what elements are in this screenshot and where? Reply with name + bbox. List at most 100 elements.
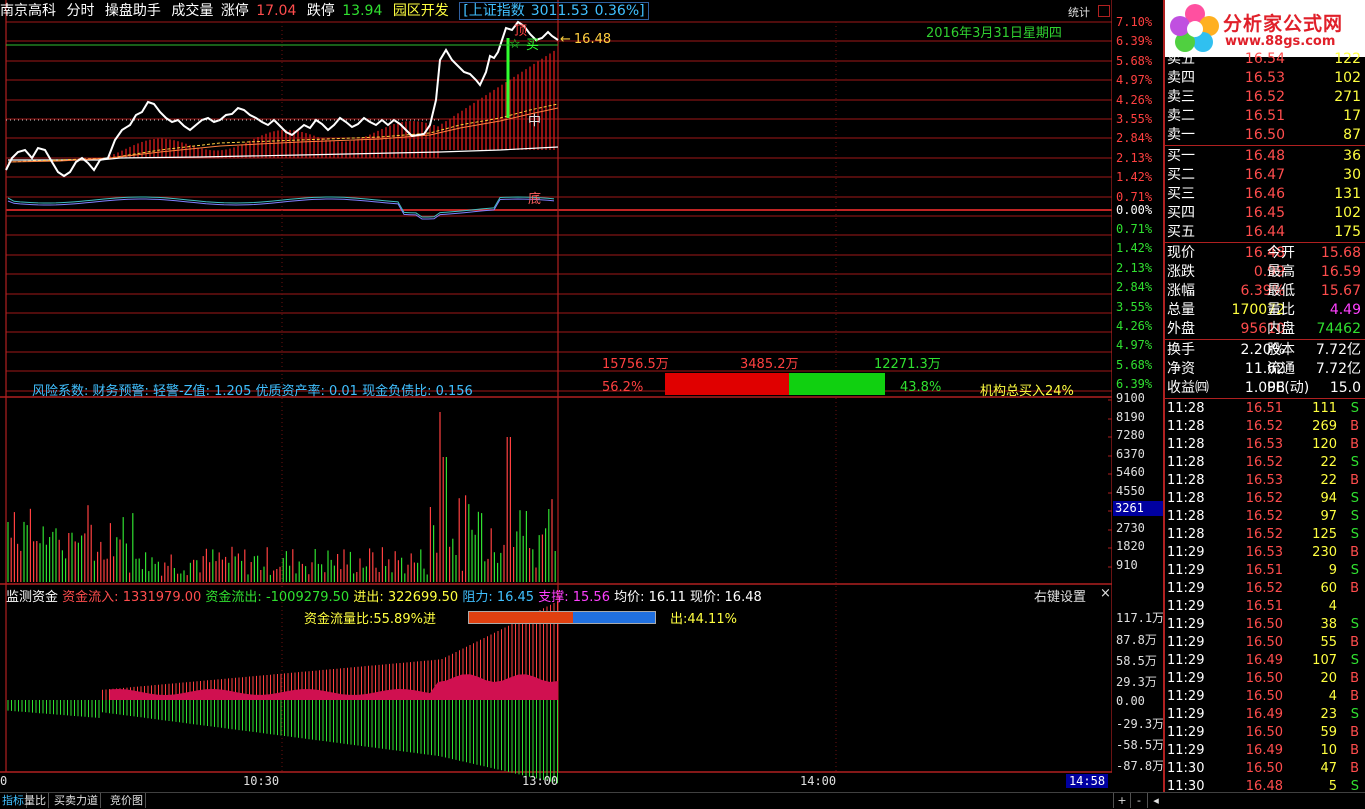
buy-order-row[interactable]: 买四 16.45 102 — [1167, 204, 1363, 223]
stat-label: 总量 — [1167, 302, 1195, 318]
sell-volume: 17 — [1343, 108, 1361, 124]
limit-down-label: 跌停 — [306, 3, 335, 19]
volume-axis-label: 5460 — [1116, 465, 1145, 479]
tick-flag: S — [1350, 563, 1359, 578]
tick-row[interactable]: 11:29 16.49 23 S — [1167, 706, 1363, 724]
fund-ratio-in: 资金流量比:55.89%进 — [304, 612, 436, 627]
sell-price: 16.52 — [1244, 89, 1285, 105]
oscillator-line — [7, 196, 555, 218]
bottom-tab-1[interactable]: 量比 — [22, 793, 49, 808]
tick-row[interactable]: 11:29 16.50 4 B — [1167, 688, 1363, 706]
current-time: 14:58 — [1066, 774, 1108, 788]
tick-row[interactable]: 11:29 16.50 59 B — [1167, 724, 1363, 742]
tick-row[interactable]: 11:28 16.52 125 S — [1167, 526, 1363, 544]
sell-order-row[interactable]: 卖一 16.50 87 — [1167, 126, 1363, 145]
bottom-button-1[interactable]: - — [1130, 793, 1147, 808]
now-label: 现价: — [690, 590, 721, 605]
tick-price: 16.51 — [1245, 599, 1283, 614]
outflow-label: 资金流出: — [205, 590, 262, 605]
stats-button[interactable]: 统计 — [1068, 4, 1090, 20]
risk-text: 风险系数: 财务预警: 轻警-Z值: 1.205 优质资产率: 0.01 现金负… — [32, 384, 473, 399]
stat-value: 15.68 — [1320, 245, 1361, 261]
tick-flag: S — [1350, 617, 1359, 632]
tick-row[interactable]: 11:28 16.52 97 S — [1167, 508, 1363, 526]
tick-row[interactable]: 11:30 16.50 47 B — [1167, 760, 1363, 778]
sidebar-separator — [1165, 145, 1365, 146]
average-price-line-secondary — [7, 107, 559, 163]
tick-flag: B — [1350, 635, 1359, 650]
buy-order-row[interactable]: 买五 16.44 175 — [1167, 223, 1363, 242]
buy-volume: 175 — [1334, 224, 1361, 240]
tick-row[interactable]: 11:28 16.52 94 S — [1167, 490, 1363, 508]
tick-flag: B — [1350, 689, 1359, 704]
stats-close-box[interactable] — [1098, 5, 1110, 17]
tick-price: 16.52 — [1245, 509, 1283, 524]
tick-row[interactable]: 11:29 16.52 60 B — [1167, 580, 1363, 598]
bottom-button-0[interactable]: + — [1113, 793, 1130, 808]
institution-text: 机构总买入24% — [980, 384, 1074, 399]
stat-label: 股本 — [1267, 342, 1295, 358]
price-axis-label-up: 1.42% — [1116, 170, 1153, 184]
time-axis-start: 0 — [0, 774, 8, 788]
buy-price: 16.46 — [1244, 186, 1285, 202]
price-axis-label-up: 0.71% — [1116, 190, 1153, 204]
fund-close-icon[interactable]: × — [1100, 586, 1111, 601]
tick-volume: 22 — [1320, 455, 1337, 470]
index-box[interactable]: [上证指数 3011.53 0.36%] — [459, 2, 649, 20]
tick-volume: 120 — [1312, 437, 1337, 452]
tick-volume: 4 — [1328, 689, 1337, 704]
tick-time: 11:28 — [1167, 437, 1205, 452]
tick-row[interactable]: 11:29 16.49 107 S — [1167, 652, 1363, 670]
tick-row[interactable]: 11:29 16.51 4 — [1167, 598, 1363, 616]
tick-price: 16.53 — [1245, 545, 1283, 560]
stock-name[interactable]: 南京高科 — [0, 3, 56, 19]
price-axis-label-down: 1.42% — [1116, 241, 1153, 255]
mode-label[interactable]: 分时 — [66, 3, 94, 19]
tick-row[interactable]: 11:29 16.49 10 B — [1167, 742, 1363, 760]
stat-label: 内盘 — [1267, 321, 1295, 337]
stat-label: 现价 — [1167, 245, 1195, 261]
volume-axis-label: 2730 — [1116, 521, 1145, 535]
support-value: 15.56 — [572, 590, 610, 605]
sell-order-row[interactable]: 卖五 16.54 122 — [1167, 50, 1363, 69]
indicator-name[interactable]: 操盘助手 — [105, 3, 161, 19]
volume-label[interactable]: 成交量 — [171, 3, 213, 19]
buy-order-row[interactable]: 买二 16.47 30 — [1167, 166, 1363, 185]
buy-sell-bar — [665, 373, 885, 395]
volume-bars — [7, 412, 556, 582]
tick-row[interactable]: 11:28 16.53 120 B — [1167, 436, 1363, 454]
sell-price: 16.50 — [1244, 127, 1285, 143]
tick-row[interactable]: 11:28 16.52 269 B — [1167, 418, 1363, 436]
fund-axis-label: 0.00 — [1116, 694, 1145, 708]
tick-volume: 4 — [1328, 599, 1337, 614]
bottom-button-2[interactable]: ◂ — [1147, 793, 1164, 808]
chart-header: 南京高科 分时 操盘助手 成交量 涨停 17.04 跌停 13.94 园区开发 … — [0, 0, 1112, 22]
volume-axis-label: 4550 — [1116, 484, 1145, 498]
bottom-tab-3[interactable]: 竞价图 — [108, 793, 146, 808]
tick-row[interactable]: 11:28 16.53 22 B — [1167, 472, 1363, 490]
resist-value: 16.45 — [496, 590, 535, 605]
sell-order-row[interactable]: 卖二 16.51 17 — [1167, 107, 1363, 126]
avg-label: 均价: — [614, 590, 645, 605]
tick-row[interactable]: 11:29 16.50 38 S — [1167, 616, 1363, 634]
tick-row[interactable]: 11:29 16.51 9 S — [1167, 562, 1363, 580]
tick-flag: S — [1350, 707, 1359, 722]
buy-level-name: 买一 — [1167, 148, 1195, 164]
sell-order-row[interactable]: 卖三 16.52 271 — [1167, 88, 1363, 107]
sell-level-name: 卖五 — [1167, 51, 1195, 67]
buy-order-row[interactable]: 买三 16.46 131 — [1167, 185, 1363, 204]
bottom-tab-2[interactable]: 买卖力道 — [52, 793, 101, 808]
tick-row[interactable]: 11:29 16.50 55 B — [1167, 634, 1363, 652]
tick-row[interactable]: 11:28 16.52 22 S — [1167, 454, 1363, 472]
settings-link[interactable]: 右键设置 — [1034, 586, 1086, 605]
sector-label[interactable]: 园区开发 — [393, 3, 449, 19]
sell-order-row[interactable]: 卖四 16.53 102 — [1167, 69, 1363, 88]
tick-row[interactable]: 11:29 16.50 20 B — [1167, 670, 1363, 688]
tick-row[interactable]: 11:28 16.51 111 S — [1167, 400, 1363, 418]
tick-volume: 47 — [1320, 761, 1337, 776]
buy-order-row[interactable]: 买一 16.48 36 — [1167, 147, 1363, 166]
tick-volume: 9 — [1328, 563, 1337, 578]
stat-row: 外盘 95610 内盘 74462 — [1167, 320, 1363, 339]
tick-price: 16.49 — [1245, 743, 1283, 758]
tick-row[interactable]: 11:29 16.53 230 B — [1167, 544, 1363, 562]
